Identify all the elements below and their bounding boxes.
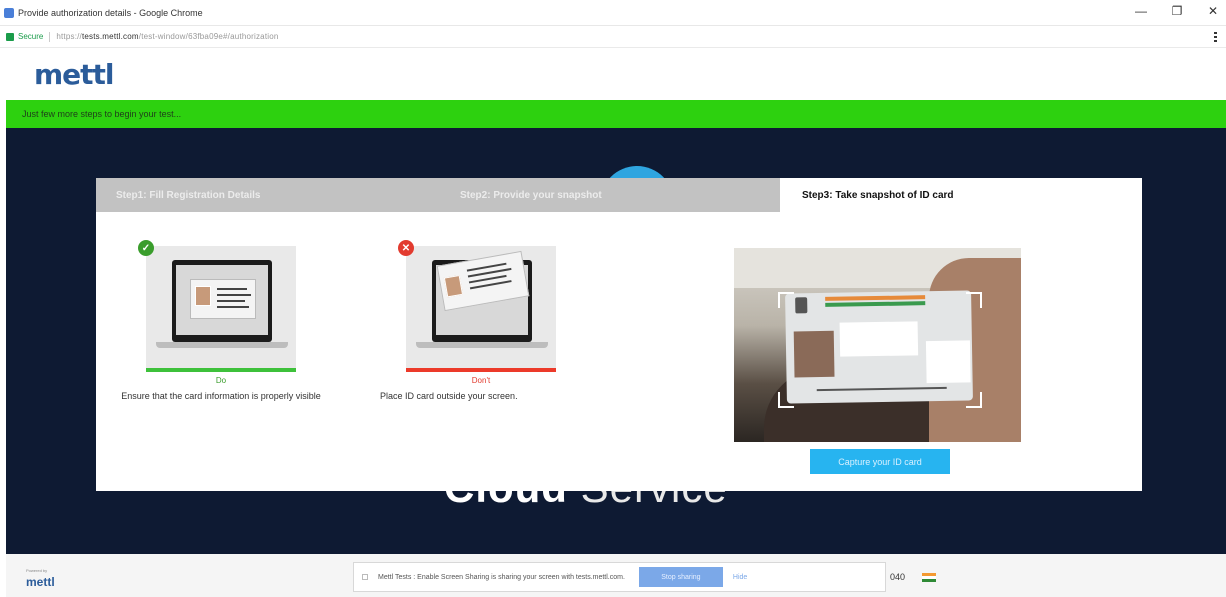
step-3-tab[interactable]: Step3: Take snapshot of ID card bbox=[780, 178, 1142, 212]
error-icon: ✕ bbox=[398, 240, 414, 256]
close-icon[interactable]: ✕ bbox=[1206, 4, 1220, 18]
dont-example: ✕ Don't Place ID card outside your scree… bbox=[380, 240, 556, 403]
lock-icon bbox=[6, 32, 14, 41]
do-verdict: Do bbox=[215, 376, 227, 385]
screen-share-notification: Mettl Tests : Enable Screen Sharing is s… bbox=[353, 562, 886, 592]
frame-corner bbox=[966, 292, 982, 308]
browser-window: Provide authorization details - Google C… bbox=[0, 0, 1226, 597]
india-flag-icon bbox=[922, 573, 936, 582]
dont-caption: Place ID card outside your screen. bbox=[380, 391, 518, 401]
window-title: Provide authorization details - Google C… bbox=[18, 7, 203, 18]
laptop-screen bbox=[172, 260, 272, 342]
address-divider bbox=[49, 31, 51, 42]
secure-label: Secure bbox=[18, 32, 44, 41]
powered-by-label: Powered by bbox=[26, 568, 48, 573]
banner-text: Just few more steps to begin your test..… bbox=[22, 109, 182, 119]
redaction-block bbox=[839, 321, 919, 357]
hide-link[interactable]: Hide bbox=[733, 574, 747, 581]
footer-phone-partial: 040 bbox=[890, 572, 906, 582]
webcam-preview bbox=[734, 248, 1021, 442]
do-example: ✓ Do Ensure that the card information is… bbox=[121, 240, 321, 403]
step-2-tab[interactable]: Step2: Provide your snapshot bbox=[438, 178, 780, 212]
do-laptop-illustration: ✓ bbox=[138, 240, 296, 368]
title-bar: Provide authorization details - Google C… bbox=[0, 0, 1226, 26]
url-path: /test-window/63fba09e#/authorization bbox=[138, 32, 279, 41]
stop-sharing-button[interactable]: Stop sharing bbox=[638, 567, 723, 587]
drag-handle-icon[interactable] bbox=[362, 574, 368, 580]
do-caption: Ensure that the card information is prop… bbox=[121, 391, 321, 401]
minimize-icon[interactable]: — bbox=[1134, 4, 1148, 18]
do-underline bbox=[146, 368, 296, 372]
authorization-modal: Step1: Fill Registration Details Step2: … bbox=[96, 178, 1142, 491]
redaction-block bbox=[925, 340, 971, 384]
step-1-label: Step1: Fill Registration Details bbox=[116, 189, 261, 201]
window-controls: — ❐ ✕ bbox=[1134, 4, 1220, 18]
powered-by: Powered by mettl bbox=[26, 568, 55, 591]
frame-corner bbox=[778, 392, 794, 408]
step-1-tab[interactable]: Step1: Fill Registration Details bbox=[96, 178, 438, 212]
id-card-graphic bbox=[190, 279, 256, 319]
logo-text: mettl bbox=[34, 58, 115, 91]
frame-corner bbox=[778, 292, 794, 308]
site-header: mettl bbox=[0, 48, 1226, 100]
url-domain: tests.mettl.com bbox=[81, 32, 139, 41]
dont-underline bbox=[406, 368, 556, 372]
frame-corner bbox=[966, 392, 982, 408]
emblem-icon bbox=[795, 297, 808, 314]
url-prefix: https:// bbox=[56, 32, 82, 41]
check-icon: ✓ bbox=[138, 240, 154, 256]
capture-id-button[interactable]: Capture your ID card bbox=[810, 449, 950, 474]
footer-logo: mettl bbox=[26, 575, 55, 589]
id-card-in-camera bbox=[785, 290, 973, 404]
restore-icon[interactable]: ❐ bbox=[1170, 4, 1184, 18]
dont-verdict: Don't bbox=[471, 376, 491, 385]
step-3-label: Step3: Take snapshot of ID card bbox=[802, 189, 954, 201]
steps-banner: Just few more steps to begin your test..… bbox=[6, 100, 1226, 128]
share-message: Mettl Tests : Enable Screen Sharing is s… bbox=[378, 573, 625, 581]
url-text[interactable]: https://tests.mettl.com/test-window/63fb… bbox=[56, 32, 278, 41]
step-tabs: Step1: Fill Registration Details Step2: … bbox=[96, 178, 1142, 212]
step-2-label: Step2: Provide your snapshot bbox=[460, 189, 602, 201]
mettl-logo[interactable]: mettl bbox=[34, 58, 115, 91]
mettl-favicon-icon bbox=[4, 7, 14, 18]
browser-menu-icon[interactable] bbox=[1214, 32, 1218, 42]
address-bar[interactable]: Secure https://tests.mettl.com/test-wind… bbox=[0, 26, 1226, 48]
dont-laptop-illustration: ✕ bbox=[398, 240, 556, 368]
